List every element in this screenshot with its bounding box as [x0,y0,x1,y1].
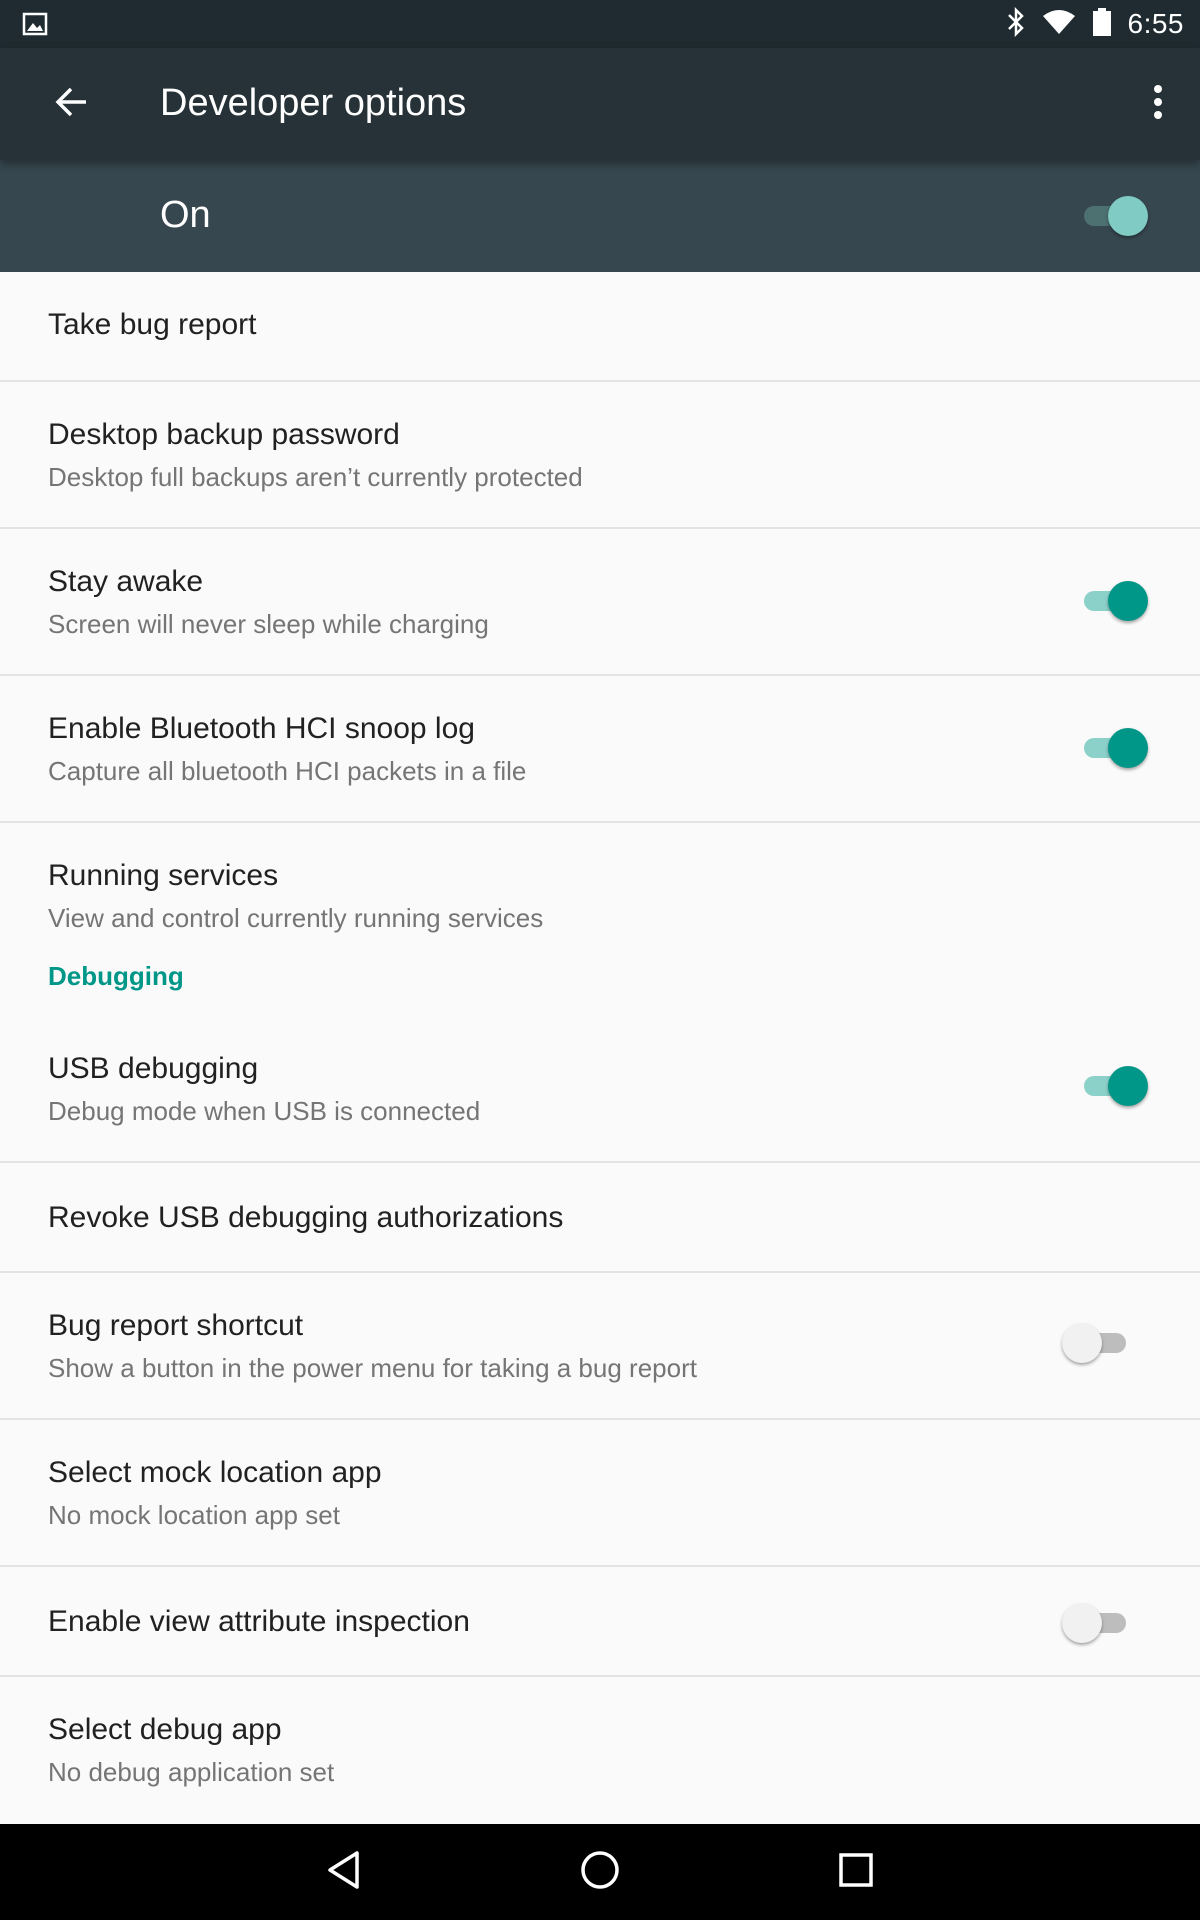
recents-square-icon [838,1852,874,1893]
list-item-title: Revoke USB debugging authorizations [48,1201,564,1234]
list-item-desktop-backup-password[interactable]: Desktop backup password Desktop full bac… [0,382,1200,529]
list-item-title: Enable Bluetooth HCI snoop log [48,712,475,745]
list-item-subtitle: Show a button in the power menu for taki… [48,1353,697,1383]
list-item-subtitle: Capture all bluetooth HCI packets in a f… [48,756,527,786]
list-item-bug-report-shortcut[interactable]: Bug report shortcut Show a button in the… [0,1273,1200,1420]
list-item-title: Enable view attribute inspection [48,1605,470,1638]
status-bar: 6:55 [0,0,1200,48]
list-item-stay-awake[interactable]: Stay awake Screen will never sleep while… [0,529,1200,676]
bluetooth-hci-snoop-log-toggle[interactable] [1076,724,1148,772]
image-icon [22,12,48,36]
app-bar: Developer options [0,48,1200,160]
bluetooth-icon [1006,6,1026,42]
home-circle-icon [579,1849,621,1896]
list-item-title: Desktop backup password [48,418,400,451]
bug-report-shortcut-toggle[interactable] [1062,1319,1134,1367]
list-item-subtitle: Debug mode when USB is connected [48,1096,481,1126]
list-item-revoke-usb-debugging[interactable]: Revoke USB debugging authorizations [0,1163,1200,1273]
list-item-mock-location-app[interactable]: Select mock location app No mock locatio… [0,1420,1200,1567]
settings-list: Take bug report Desktop backup password … [0,272,1200,1817]
list-item-subtitle: No mock location app set [48,1500,340,1530]
list-item-select-debug-app[interactable]: Select debug app No debug application se… [0,1677,1200,1817]
list-item-bluetooth-hci-snoop-log[interactable]: Enable Bluetooth HCI snoop log Capture a… [0,676,1200,823]
master-switch-bar[interactable]: On [0,160,1200,272]
section-header-debugging: Debugging [0,953,1200,1016]
list-item-subtitle: Desktop full backups aren’t currently pr… [48,462,583,492]
usb-debugging-toggle[interactable] [1076,1062,1148,1110]
list-item-running-services[interactable]: Running services View and control curren… [0,823,1200,953]
list-item-subtitle: No debug application set [48,1757,335,1787]
view-attribute-inspection-toggle[interactable] [1062,1599,1134,1647]
section-title: Debugging [48,961,184,991]
battery-icon [1092,7,1112,42]
list-item-subtitle: Screen will never sleep while charging [48,609,489,639]
list-item-title: Select mock location app [48,1456,382,1489]
back-button[interactable] [40,76,104,132]
overflow-menu-button[interactable] [1138,76,1178,132]
list-item-title: Bug report shortcut [48,1309,304,1342]
more-vert-icon [1152,84,1164,125]
master-switch-toggle[interactable] [1076,192,1148,240]
page-title: Developer options [160,82,467,124]
back-triangle-icon [326,1850,362,1895]
list-item-usb-debugging[interactable]: USB debugging Debug mode when USB is con… [0,1016,1200,1163]
list-item-title: Running services [48,859,279,892]
list-item-title: Select debug app [48,1713,282,1746]
list-item-title: USB debugging [48,1052,259,1085]
list-item-take-bug-report[interactable]: Take bug report [0,272,1200,382]
wifi-icon [1042,9,1076,40]
master-switch-label: On [160,194,211,236]
list-item-title: Take bug report [48,308,257,341]
nav-home-button[interactable] [570,1842,630,1902]
list-item-subtitle: View and control currently running servi… [48,903,544,933]
list-item-view-attribute-inspection[interactable]: Enable view attribute inspection [0,1567,1200,1677]
arrow-back-icon [54,84,90,125]
nav-recents-button[interactable] [826,1842,886,1902]
nav-back-button[interactable] [314,1842,374,1902]
status-time: 6:55 [1127,8,1184,39]
stay-awake-toggle[interactable] [1076,577,1148,625]
navigation-bar [0,1824,1200,1920]
list-item-title: Stay awake [48,565,204,598]
